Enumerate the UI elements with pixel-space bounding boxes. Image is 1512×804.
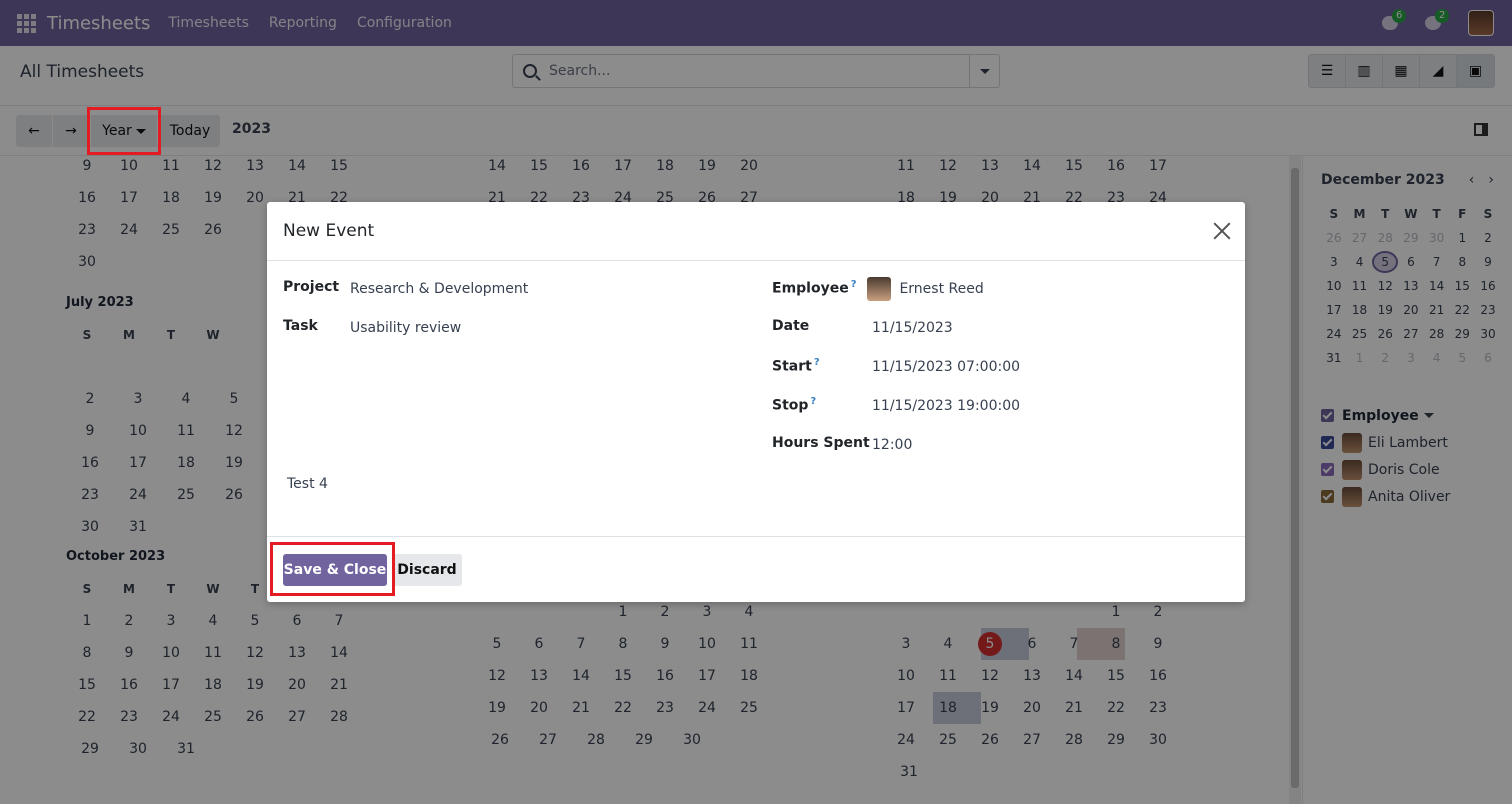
close-icon[interactable] — [1213, 222, 1231, 240]
hours-label: Hours Spent — [772, 435, 870, 451]
help-icon: ? — [813, 357, 820, 368]
project-label: Project — [283, 279, 340, 295]
start-field[interactable]: 11/15/2023 07:00:00 — [872, 359, 1020, 375]
new-event-dialog: New Event Project Research & Development… — [267, 202, 1245, 602]
highlight-year — [87, 107, 161, 155]
project-field[interactable]: Research & Development — [350, 281, 528, 297]
employee-label: Employee? — [772, 279, 857, 297]
highlight-save — [270, 542, 395, 596]
dialog-footer: Save & Close Discard — [267, 536, 1245, 602]
start-label: Start? — [772, 357, 820, 375]
help-icon: ? — [810, 396, 817, 407]
description-field[interactable]: Test 4 — [287, 476, 328, 492]
employee-field[interactable]: Ernest Reed — [867, 277, 984, 301]
dialog-header: New Event — [267, 202, 1245, 261]
discard-button[interactable]: Discard — [392, 554, 462, 586]
avatar — [867, 277, 891, 301]
dialog-title: New Event — [283, 221, 375, 241]
stop-field[interactable]: 11/15/2023 19:00:00 — [872, 398, 1020, 414]
hours-field[interactable]: 12:00 — [872, 437, 912, 453]
task-label: Task — [283, 318, 318, 334]
stop-label: Stop? — [772, 396, 817, 414]
task-field[interactable]: Usability review — [350, 320, 461, 336]
date-field[interactable]: 11/15/2023 — [872, 320, 953, 336]
date-label: Date — [772, 318, 810, 334]
help-icon: ? — [850, 279, 857, 290]
